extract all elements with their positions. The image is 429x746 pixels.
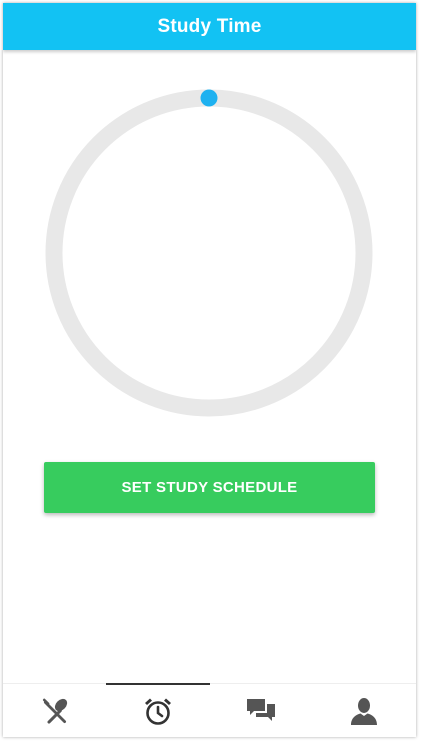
fork-spoon-icon [42, 698, 67, 724]
timer-handle[interactable] [200, 89, 218, 107]
app-screen: Study Time SET STUDY SCHEDULE [3, 3, 416, 737]
chat-bubbles-icon [247, 699, 276, 721]
page-title: Study Time [157, 15, 262, 37]
timer-track [45, 89, 373, 417]
timer-ring [45, 89, 373, 417]
set-study-schedule-button[interactable]: SET STUDY SCHEDULE [44, 462, 375, 513]
app-bar: Study Time [3, 3, 416, 50]
study-timer-dial[interactable] [41, 85, 377, 421]
nav-tab-profile[interactable] [313, 684, 416, 737]
nav-tab-study-time[interactable] [106, 683, 210, 737]
nav-tab-messages[interactable] [210, 684, 313, 737]
person-icon [351, 698, 378, 725]
bottom-navigation [3, 683, 416, 737]
alarm-clock-icon [144, 698, 171, 725]
nav-tab-meals[interactable] [3, 684, 106, 737]
